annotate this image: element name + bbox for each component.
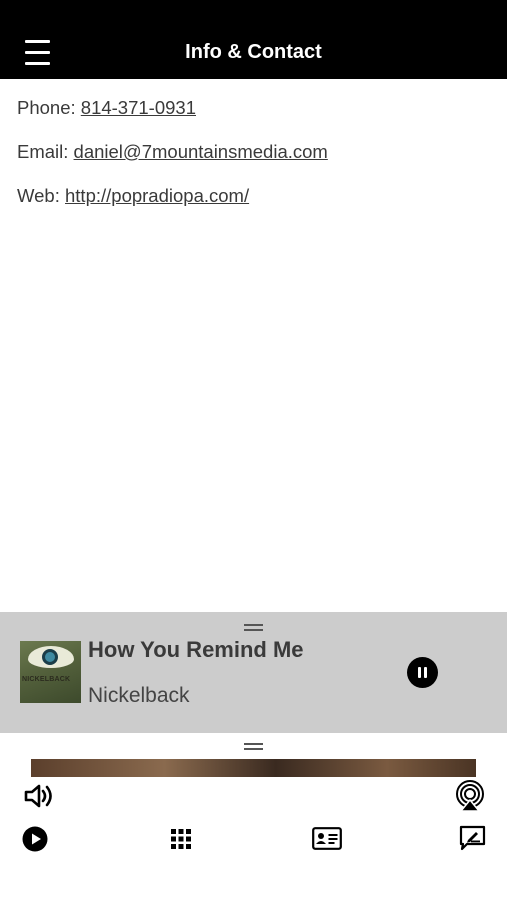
phone-label: Phone: xyxy=(17,97,76,118)
volume-icon[interactable] xyxy=(23,782,55,810)
contact-card-icon[interactable] xyxy=(312,827,342,850)
app: Info & Contact Phone: 814-371-0931 Email… xyxy=(0,0,507,900)
feedback-icon[interactable] xyxy=(459,825,486,851)
now-playing-bar[interactable]: NICKELBACK How You Remind Me Nickelback xyxy=(0,612,507,733)
track-artist: Nickelback xyxy=(88,684,190,707)
web-row: Web: http://popradiopa.com/ xyxy=(17,184,487,208)
track-title: How You Remind Me xyxy=(88,637,304,662)
email-link[interactable]: daniel@7mountainsmedia.com xyxy=(74,141,328,162)
album-art-iris xyxy=(42,649,58,665)
grid-icon[interactable] xyxy=(170,828,192,850)
album-art: NICKELBACK xyxy=(20,641,81,703)
pause-button[interactable] xyxy=(407,657,438,688)
web-link[interactable]: http://popradiopa.com/ xyxy=(65,185,249,206)
airplay-icon[interactable] xyxy=(454,780,486,812)
email-label: Email: xyxy=(17,141,69,162)
player-artwork xyxy=(31,759,476,777)
album-art-text: NICKELBACK xyxy=(22,676,71,683)
album-art-eye xyxy=(28,646,74,668)
play-icon[interactable] xyxy=(22,826,48,852)
email-row: Email: daniel@7mountainsmedia.com xyxy=(17,140,487,164)
contact-info: Phone: 814-371-0931 Email: daniel@7mount… xyxy=(17,96,487,228)
phone-row: Phone: 814-371-0931 xyxy=(17,96,487,120)
drag-handle-icon[interactable] xyxy=(244,624,263,631)
app-header: Info & Contact xyxy=(0,0,507,79)
web-label: Web: xyxy=(17,185,60,206)
player-drag-handle-icon[interactable] xyxy=(244,743,263,750)
page-title: Info & Contact xyxy=(185,41,322,63)
phone-link[interactable]: 814-371-0931 xyxy=(81,97,196,118)
